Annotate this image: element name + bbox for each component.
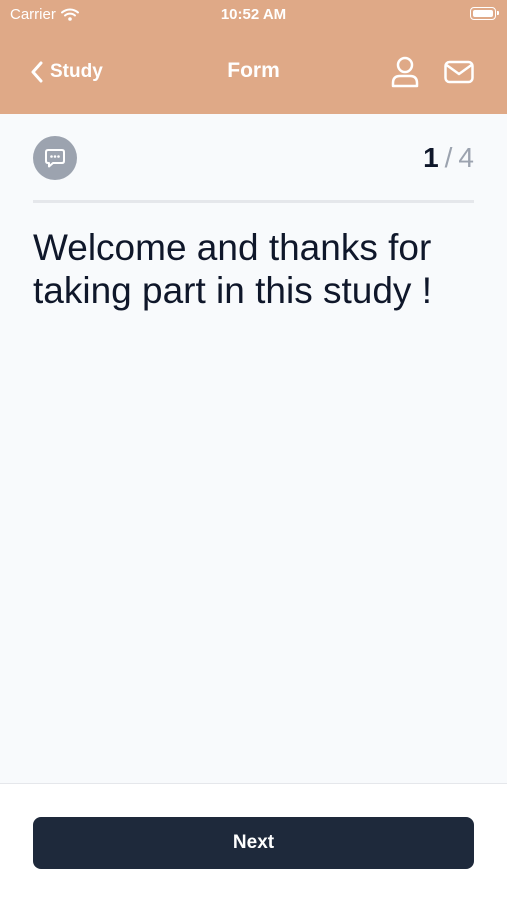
- profile-button[interactable]: [390, 56, 420, 88]
- chat-bubble-icon: [45, 149, 65, 168]
- step-counter: 1 / 4: [423, 142, 474, 174]
- question-type-badge: [33, 136, 77, 180]
- divider: [33, 200, 474, 203]
- mail-icon: [444, 60, 474, 84]
- page-title: Form: [227, 59, 280, 82]
- battery-icon: [470, 7, 499, 20]
- step-current: 1: [423, 142, 439, 173]
- next-button[interactable]: Next: [33, 817, 474, 869]
- form-content: 1 / 4 Welcome and thanks for taking part…: [0, 114, 507, 783]
- navigation-bar: Study Form: [0, 30, 507, 114]
- status-time: 10:52 AM: [220, 6, 287, 23]
- status-bar: Carrier 10:52 AM: [0, 0, 507, 30]
- form-footer: Next: [0, 783, 507, 900]
- mail-button[interactable]: [443, 57, 475, 87]
- user-icon: [391, 56, 419, 88]
- step-total: 4: [458, 142, 474, 173]
- question-text: Welcome and thanks for taking part in th…: [33, 227, 432, 311]
- step-separator: /: [444, 142, 453, 173]
